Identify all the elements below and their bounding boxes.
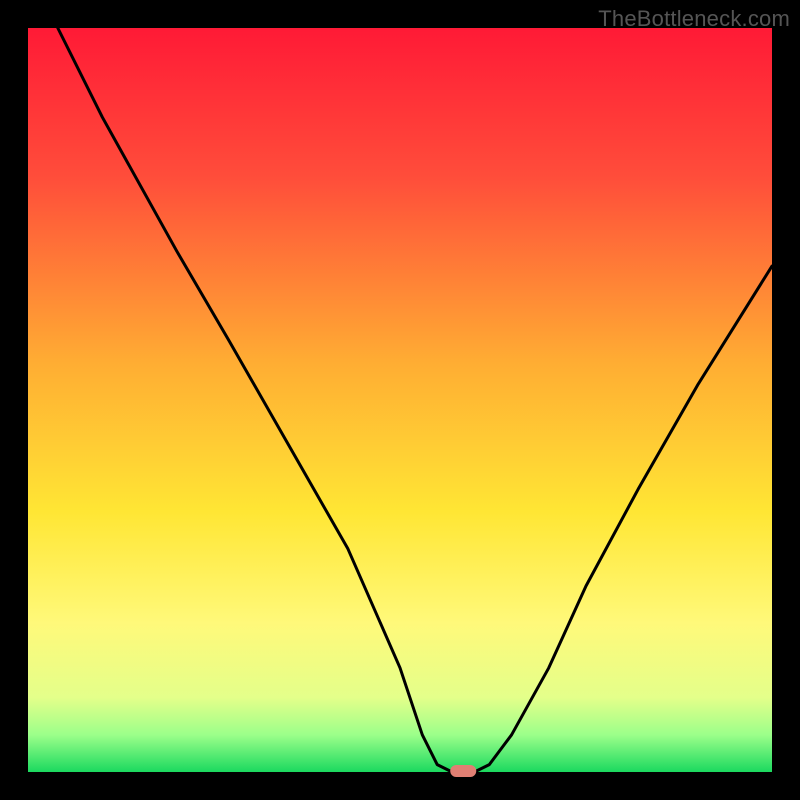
bottleneck-chart [0, 0, 800, 800]
plot-background [28, 28, 772, 772]
watermark-text: TheBottleneck.com [598, 6, 790, 32]
optimum-marker [450, 765, 476, 777]
stage: TheBottleneck.com [0, 0, 800, 800]
